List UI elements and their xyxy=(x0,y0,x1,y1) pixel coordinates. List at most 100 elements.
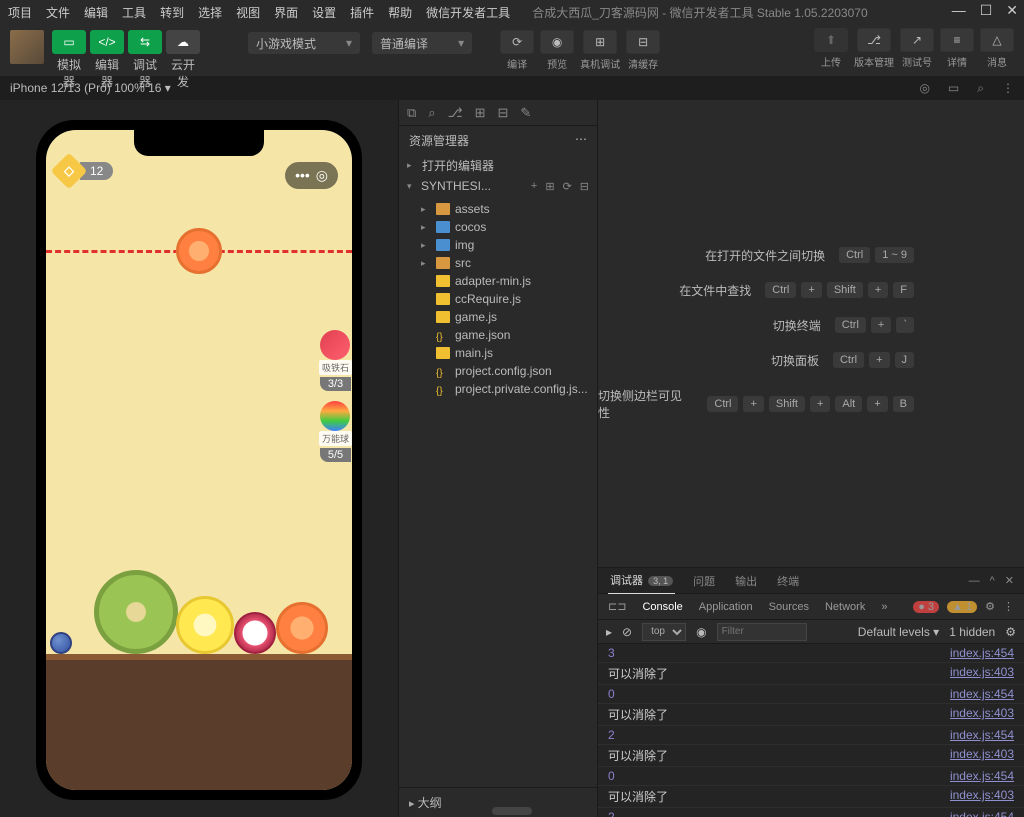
真机调试-button[interactable]: ⊞ xyxy=(583,30,617,54)
menu-设置[interactable]: 设置 xyxy=(312,4,336,21)
menu-界面[interactable]: 界面 xyxy=(274,4,298,21)
source-link[interactable]: index.js:403 xyxy=(950,747,1014,764)
extensions-tab-icon[interactable]: ⊞ xyxy=(475,105,486,121)
explorer-more-icon[interactable]: ⋯ xyxy=(575,132,587,149)
debug-tab-调试器[interactable]: 调试器 3, 1 xyxy=(608,567,675,595)
清缓存-button[interactable]: ⊟ xyxy=(626,30,660,54)
panel-close-icon[interactable]: ✕ xyxy=(1005,574,1014,587)
eye-icon[interactable]: ◉ xyxy=(696,625,706,639)
source-link[interactable]: index.js:454 xyxy=(950,810,1014,817)
debug-tab-输出[interactable]: 输出 xyxy=(733,568,759,594)
版本管理-button[interactable]: ⎇ xyxy=(857,28,891,52)
tree-item[interactable]: ccRequire.js xyxy=(399,290,597,308)
game-screen[interactable]: ◇ 12 •••◎ 吸铁石3/3 万能球5/5 xyxy=(46,130,352,790)
status-icon[interactable]: ⋮ xyxy=(1002,81,1014,96)
tree-item[interactable]: ▸img xyxy=(399,236,597,254)
tree-item[interactable]: project.config.json xyxy=(399,362,597,380)
console-tab-Network[interactable]: Network xyxy=(825,601,865,613)
filter-input[interactable] xyxy=(717,623,807,641)
clear-console-icon[interactable]: ⊘ xyxy=(622,625,632,639)
status-icon[interactable]: ⌕ xyxy=(977,81,984,96)
console-tab-Application[interactable]: Application xyxy=(699,601,753,613)
warn-badge[interactable]: ▲ 1 xyxy=(947,601,977,613)
消息-button[interactable]: △ xyxy=(980,28,1014,52)
source-link[interactable]: index.js:403 xyxy=(950,665,1014,682)
mini-program-menu[interactable]: •••◎ xyxy=(285,162,338,189)
menu-帮助[interactable]: 帮助 xyxy=(388,4,412,21)
cloud-dev-button[interactable]: ☁ xyxy=(166,30,200,54)
测试号-button[interactable]: ↗ xyxy=(900,28,934,52)
levels-select[interactable]: Default levels ▾ xyxy=(858,625,939,639)
tree-item[interactable]: ▸cocos xyxy=(399,218,597,236)
new-folder-icon[interactable]: ⊞ xyxy=(545,180,554,193)
编译-button[interactable]: ⟳ xyxy=(500,30,534,54)
scope-select[interactable]: top xyxy=(642,623,686,641)
resize-handle[interactable] xyxy=(492,807,532,815)
execution-context-icon[interactable]: ▸ xyxy=(606,625,612,639)
open-editors-section[interactable]: ▸打开的编辑器 xyxy=(399,155,597,176)
tree-item[interactable]: ▸assets xyxy=(399,200,597,218)
view-toggle-button[interactable]: ▭ xyxy=(52,30,86,54)
tree-item[interactable]: main.js xyxy=(399,344,597,362)
menu-转到[interactable]: 转到 xyxy=(160,4,184,21)
source-link[interactable]: index.js:403 xyxy=(950,706,1014,723)
new-file-icon[interactable]: + xyxy=(531,180,537,193)
error-badge[interactable]: ● 3 xyxy=(913,601,939,613)
explorer-panel: ⧉ ⌕ ⎇ ⊞ ⊟ ✎ 资源管理器⋯ ▸打开的编辑器 ▾SYNTHESI...+… xyxy=(398,100,598,817)
menu-插件[interactable]: 插件 xyxy=(350,4,374,21)
console-tab-Sources[interactable]: Sources xyxy=(769,601,809,613)
project-root[interactable]: ▾SYNTHESI...+⊞⟳⊟ xyxy=(399,176,597,196)
source-link[interactable]: index.js:454 xyxy=(950,646,1014,660)
menu-编辑[interactable]: 编辑 xyxy=(84,4,108,21)
panel-up-icon[interactable]: ^ xyxy=(990,575,995,587)
close-button[interactable]: ✕ xyxy=(1006,2,1018,19)
source-link[interactable]: index.js:454 xyxy=(950,728,1014,742)
view-toggle-button[interactable]: ⇆ xyxy=(128,30,162,54)
view-toggle-button[interactable]: </> xyxy=(90,30,124,54)
menu-工具[interactable]: 工具 xyxy=(122,4,146,21)
db-tab-icon[interactable]: ⊟ xyxy=(497,105,508,121)
avatar[interactable] xyxy=(10,30,44,64)
menu-项目[interactable]: 项目 xyxy=(8,4,32,21)
上传-button[interactable]: ⬆ xyxy=(814,28,848,52)
collapse-icon[interactable]: ⊟ xyxy=(580,180,589,193)
refresh-icon[interactable]: ⟳ xyxy=(563,180,572,193)
more-icon[interactable]: ⋮ xyxy=(1003,600,1014,613)
device-label[interactable]: iPhone 12/13 (Pro) 100% 16 ▾ xyxy=(10,81,171,95)
console-tab-Console[interactable]: Console xyxy=(642,601,682,613)
settings-icon[interactable]: ⚙ xyxy=(1005,625,1016,639)
status-icon[interactable]: ▭ xyxy=(948,81,959,96)
console-tab-»[interactable]: » xyxy=(881,601,887,613)
inspect-icon[interactable]: ⊏⊐ xyxy=(608,600,626,613)
tree-item[interactable]: adapter-min.js xyxy=(399,272,597,290)
magnet-icon[interactable] xyxy=(320,330,350,360)
scm-tab-icon[interactable]: ⎇ xyxy=(448,105,463,121)
menu-选择[interactable]: 选择 xyxy=(198,4,222,21)
mode-select[interactable]: 小游戏模式 xyxy=(248,32,360,54)
panel-min-icon[interactable]: — xyxy=(969,575,980,587)
files-tab-icon[interactable]: ⧉ xyxy=(407,105,416,121)
tree-item[interactable]: game.js xyxy=(399,308,597,326)
tree-item[interactable]: ▸src xyxy=(399,254,597,272)
status-icon[interactable]: ◎ xyxy=(919,81,929,96)
详情-button[interactable]: ≡ xyxy=(940,28,974,52)
source-link[interactable]: index.js:403 xyxy=(950,788,1014,805)
minimize-button[interactable]: — xyxy=(952,2,966,19)
menu-视图[interactable]: 视图 xyxy=(236,4,260,21)
search-tab-icon[interactable]: ⌕ xyxy=(428,105,435,121)
预览-button[interactable]: ◉ xyxy=(540,30,574,54)
rainbow-ball-icon[interactable] xyxy=(320,401,350,431)
tree-item[interactable]: project.private.config.js... xyxy=(399,380,597,398)
debug-tab-问题[interactable]: 问题 xyxy=(691,568,717,594)
gear-icon[interactable]: ⚙ xyxy=(985,600,995,613)
menu-微信开发者工具[interactable]: 微信开发者工具 xyxy=(426,4,510,21)
cloud-tab-icon[interactable]: ✎ xyxy=(520,105,531,121)
maximize-button[interactable]: ☐ xyxy=(980,2,993,19)
source-link[interactable]: index.js:454 xyxy=(950,687,1014,701)
menu-文件[interactable]: 文件 xyxy=(46,4,70,21)
debug-tab-终端[interactable]: 终端 xyxy=(775,568,801,594)
source-link[interactable]: index.js:454 xyxy=(950,769,1014,783)
compile-select[interactable]: 普通编译 xyxy=(372,32,472,54)
tree-item[interactable]: game.json xyxy=(399,326,597,344)
hidden-count[interactable]: 1 hidden xyxy=(949,625,995,639)
